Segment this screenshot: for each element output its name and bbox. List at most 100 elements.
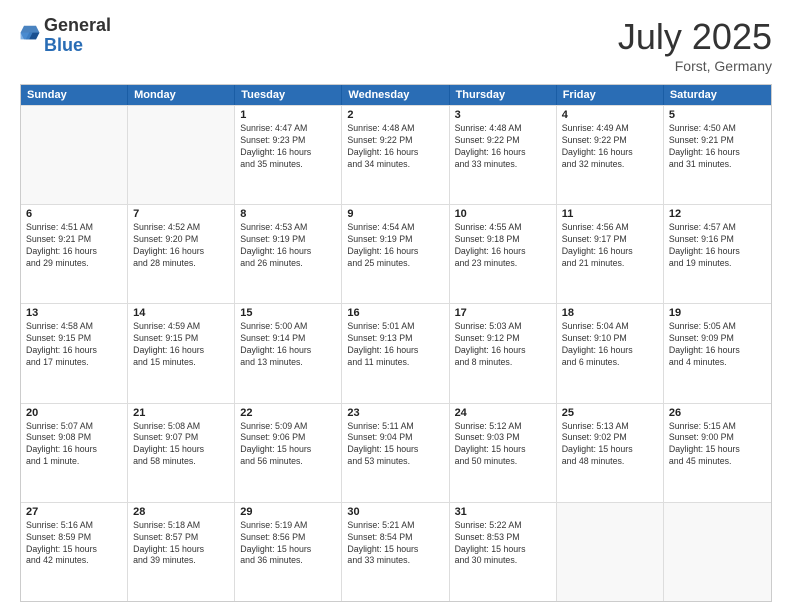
- day-cell-14: 14 Sunrise: 4:59 AM Sunset: 9:15 PM Dayli…: [128, 304, 235, 402]
- day-info: Sunrise: 4:48 AM Sunset: 9:22 PM Dayligh…: [455, 123, 551, 171]
- calendar: SundayMondayTuesdayWednesdayThursdayFrid…: [20, 84, 772, 602]
- day-info: Sunrise: 4:48 AM Sunset: 9:22 PM Dayligh…: [347, 123, 443, 171]
- day-number: 26: [669, 407, 766, 419]
- header-day-wednesday: Wednesday: [342, 85, 449, 105]
- day-info: Sunrise: 5:11 AM Sunset: 9:04 PM Dayligh…: [347, 421, 443, 469]
- empty-cell: [21, 106, 128, 204]
- day-number: 14: [133, 307, 229, 319]
- day-info: Sunrise: 4:59 AM Sunset: 9:15 PM Dayligh…: [133, 321, 229, 369]
- day-cell-11: 11Sunrise: 4:56 AM Sunset: 9:17 PM Dayli…: [557, 205, 664, 303]
- day-number: 7: [133, 208, 229, 220]
- day-info: Sunrise: 5:09 AM Sunset: 9:06 PM Dayligh…: [240, 421, 336, 469]
- day-cell-8: 8Sunrise: 4:53 AM Sunset: 9:19 PM Daylig…: [235, 205, 342, 303]
- day-cell-2: 2 Sunrise: 4:48 AM Sunset: 9:22 PM Daylig…: [342, 106, 449, 204]
- day-number: 25: [562, 407, 658, 419]
- day-cell-10: 10Sunrise: 4:55 AM Sunset: 9:18 PM Dayli…: [450, 205, 557, 303]
- day-info: Sunrise: 5:05 AM Sunset: 9:09 PM Dayligh…: [669, 321, 766, 369]
- day-number: 13: [26, 307, 122, 319]
- day-info: Sunrise: 5:00 AM Sunset: 9:14 PM Dayligh…: [240, 321, 336, 369]
- day-number: 5: [669, 109, 766, 121]
- empty-cell: [557, 503, 664, 601]
- day-info: Sunrise: 5:13 AM Sunset: 9:02 PM Dayligh…: [562, 421, 658, 469]
- location: Forst, Germany: [618, 58, 772, 74]
- day-info: Sunrise: 5:03 AM Sunset: 9:12 PM Dayligh…: [455, 321, 551, 369]
- logo-general: General: [44, 15, 111, 35]
- day-number: 15: [240, 307, 336, 319]
- day-cell-22: 22 Sunrise: 5:09 AM Sunset: 9:06 PM Dayli…: [235, 404, 342, 502]
- day-number: 17: [455, 307, 551, 319]
- calendar-header: SundayMondayTuesdayWednesdayThursdayFrid…: [21, 85, 771, 105]
- day-info: Sunrise: 5:19 AM Sunset: 8:56 PM Dayligh…: [240, 520, 336, 568]
- header: General Blue July 2025 Forst, Germany: [20, 16, 772, 74]
- day-number: 27: [26, 506, 122, 518]
- day-number: 4: [562, 109, 658, 121]
- day-cell-4: 4 Sunrise: 4:49 AM Sunset: 9:22 PM Daylig…: [557, 106, 664, 204]
- day-number: 23: [347, 407, 443, 419]
- header-day-monday: Monday: [128, 85, 235, 105]
- day-info: Sunrise: 4:57 AM Sunset: 9:16 PM Dayligh…: [669, 222, 766, 270]
- day-info: Sunrise: 5:04 AM Sunset: 9:10 PM Dayligh…: [562, 321, 658, 369]
- day-number: 18: [562, 307, 658, 319]
- logo-text: General Blue: [44, 16, 111, 56]
- day-cell-5: 5 Sunrise: 4:50 AM Sunset: 9:21 PM Daylig…: [664, 106, 771, 204]
- page: General Blue July 2025 Forst, Germany Su…: [0, 0, 792, 612]
- day-info: Sunrise: 5:01 AM Sunset: 9:13 PM Dayligh…: [347, 321, 443, 369]
- day-number: 1: [240, 109, 336, 121]
- empty-cell: [664, 503, 771, 601]
- day-cell-17: 17 Sunrise: 5:03 AM Sunset: 9:12 PM Dayli…: [450, 304, 557, 402]
- day-info: Sunrise: 4:47 AM Sunset: 9:23 PM Dayligh…: [240, 123, 336, 171]
- day-info: Sunrise: 5:15 AM Sunset: 9:00 PM Dayligh…: [669, 421, 766, 469]
- day-number: 28: [133, 506, 229, 518]
- day-cell-31: 31 Sunrise: 5:22 AM Sunset: 8:53 PM Dayli…: [450, 503, 557, 601]
- day-number: 29: [240, 506, 336, 518]
- day-cell-29: 29 Sunrise: 5:19 AM Sunset: 8:56 PM Dayli…: [235, 503, 342, 601]
- day-number: 11: [562, 208, 658, 220]
- day-cell-3: 3Sunrise: 4:48 AM Sunset: 9:22 PM Daylig…: [450, 106, 557, 204]
- day-info: Sunrise: 5:22 AM Sunset: 8:53 PM Dayligh…: [455, 520, 551, 568]
- day-cell-18: 18 Sunrise: 5:04 AM Sunset: 9:10 PM Dayli…: [557, 304, 664, 402]
- day-info: Sunrise: 4:51 AM Sunset: 9:21 PM Dayligh…: [26, 222, 122, 270]
- header-day-thursday: Thursday: [450, 85, 557, 105]
- week-row-2: 6 Sunrise: 4:51 AM Sunset: 9:21 PM Daylig…: [21, 204, 771, 303]
- week-row-5: 27Sunrise: 5:16 AM Sunset: 8:59 PM Dayli…: [21, 502, 771, 601]
- header-day-tuesday: Tuesday: [235, 85, 342, 105]
- header-day-saturday: Saturday: [664, 85, 771, 105]
- day-number: 9: [347, 208, 443, 220]
- day-number: 8: [240, 208, 336, 220]
- day-number: 21: [133, 407, 229, 419]
- day-cell-23: 23 Sunrise: 5:11 AM Sunset: 9:04 PM Dayli…: [342, 404, 449, 502]
- day-info: Sunrise: 4:50 AM Sunset: 9:21 PM Dayligh…: [669, 123, 766, 171]
- day-cell-19: 19Sunrise: 5:05 AM Sunset: 9:09 PM Dayli…: [664, 304, 771, 402]
- day-number: 6: [26, 208, 122, 220]
- day-cell-25: 25 Sunrise: 5:13 AM Sunset: 9:02 PM Dayli…: [557, 404, 664, 502]
- day-cell-6: 6 Sunrise: 4:51 AM Sunset: 9:21 PM Daylig…: [21, 205, 128, 303]
- day-info: Sunrise: 4:55 AM Sunset: 9:18 PM Dayligh…: [455, 222, 551, 270]
- day-number: 31: [455, 506, 551, 518]
- day-number: 2: [347, 109, 443, 121]
- header-day-sunday: Sunday: [21, 85, 128, 105]
- day-info: Sunrise: 5:12 AM Sunset: 9:03 PM Dayligh…: [455, 421, 551, 469]
- day-number: 22: [240, 407, 336, 419]
- day-cell-28: 28Sunrise: 5:18 AM Sunset: 8:57 PM Dayli…: [128, 503, 235, 601]
- empty-cell: [128, 106, 235, 204]
- day-cell-27: 27Sunrise: 5:16 AM Sunset: 8:59 PM Dayli…: [21, 503, 128, 601]
- day-info: Sunrise: 4:58 AM Sunset: 9:15 PM Dayligh…: [26, 321, 122, 369]
- day-cell-15: 15 Sunrise: 5:00 AM Sunset: 9:14 PM Dayli…: [235, 304, 342, 402]
- month-title: July 2025: [618, 16, 772, 58]
- day-cell-16: 16 Sunrise: 5:01 AM Sunset: 9:13 PM Dayli…: [342, 304, 449, 402]
- day-cell-30: 30 Sunrise: 5:21 AM Sunset: 8:54 PM Dayli…: [342, 503, 449, 601]
- day-number: 16: [347, 307, 443, 319]
- day-cell-9: 9Sunrise: 4:54 AM Sunset: 9:19 PM Daylig…: [342, 205, 449, 303]
- day-info: Sunrise: 4:52 AM Sunset: 9:20 PM Dayligh…: [133, 222, 229, 270]
- day-cell-7: 7 Sunrise: 4:52 AM Sunset: 9:20 PM Daylig…: [128, 205, 235, 303]
- week-row-1: 1 Sunrise: 4:47 AM Sunset: 9:23 PM Daylig…: [21, 105, 771, 204]
- day-number: 30: [347, 506, 443, 518]
- day-number: 20: [26, 407, 122, 419]
- day-info: Sunrise: 4:49 AM Sunset: 9:22 PM Dayligh…: [562, 123, 658, 171]
- day-number: 24: [455, 407, 551, 419]
- day-cell-12: 12Sunrise: 4:57 AM Sunset: 9:16 PM Dayli…: [664, 205, 771, 303]
- day-info: Sunrise: 5:08 AM Sunset: 9:07 PM Dayligh…: [133, 421, 229, 469]
- logo: General Blue: [20, 16, 111, 56]
- day-info: Sunrise: 5:21 AM Sunset: 8:54 PM Dayligh…: [347, 520, 443, 568]
- logo-blue: Blue: [44, 35, 83, 55]
